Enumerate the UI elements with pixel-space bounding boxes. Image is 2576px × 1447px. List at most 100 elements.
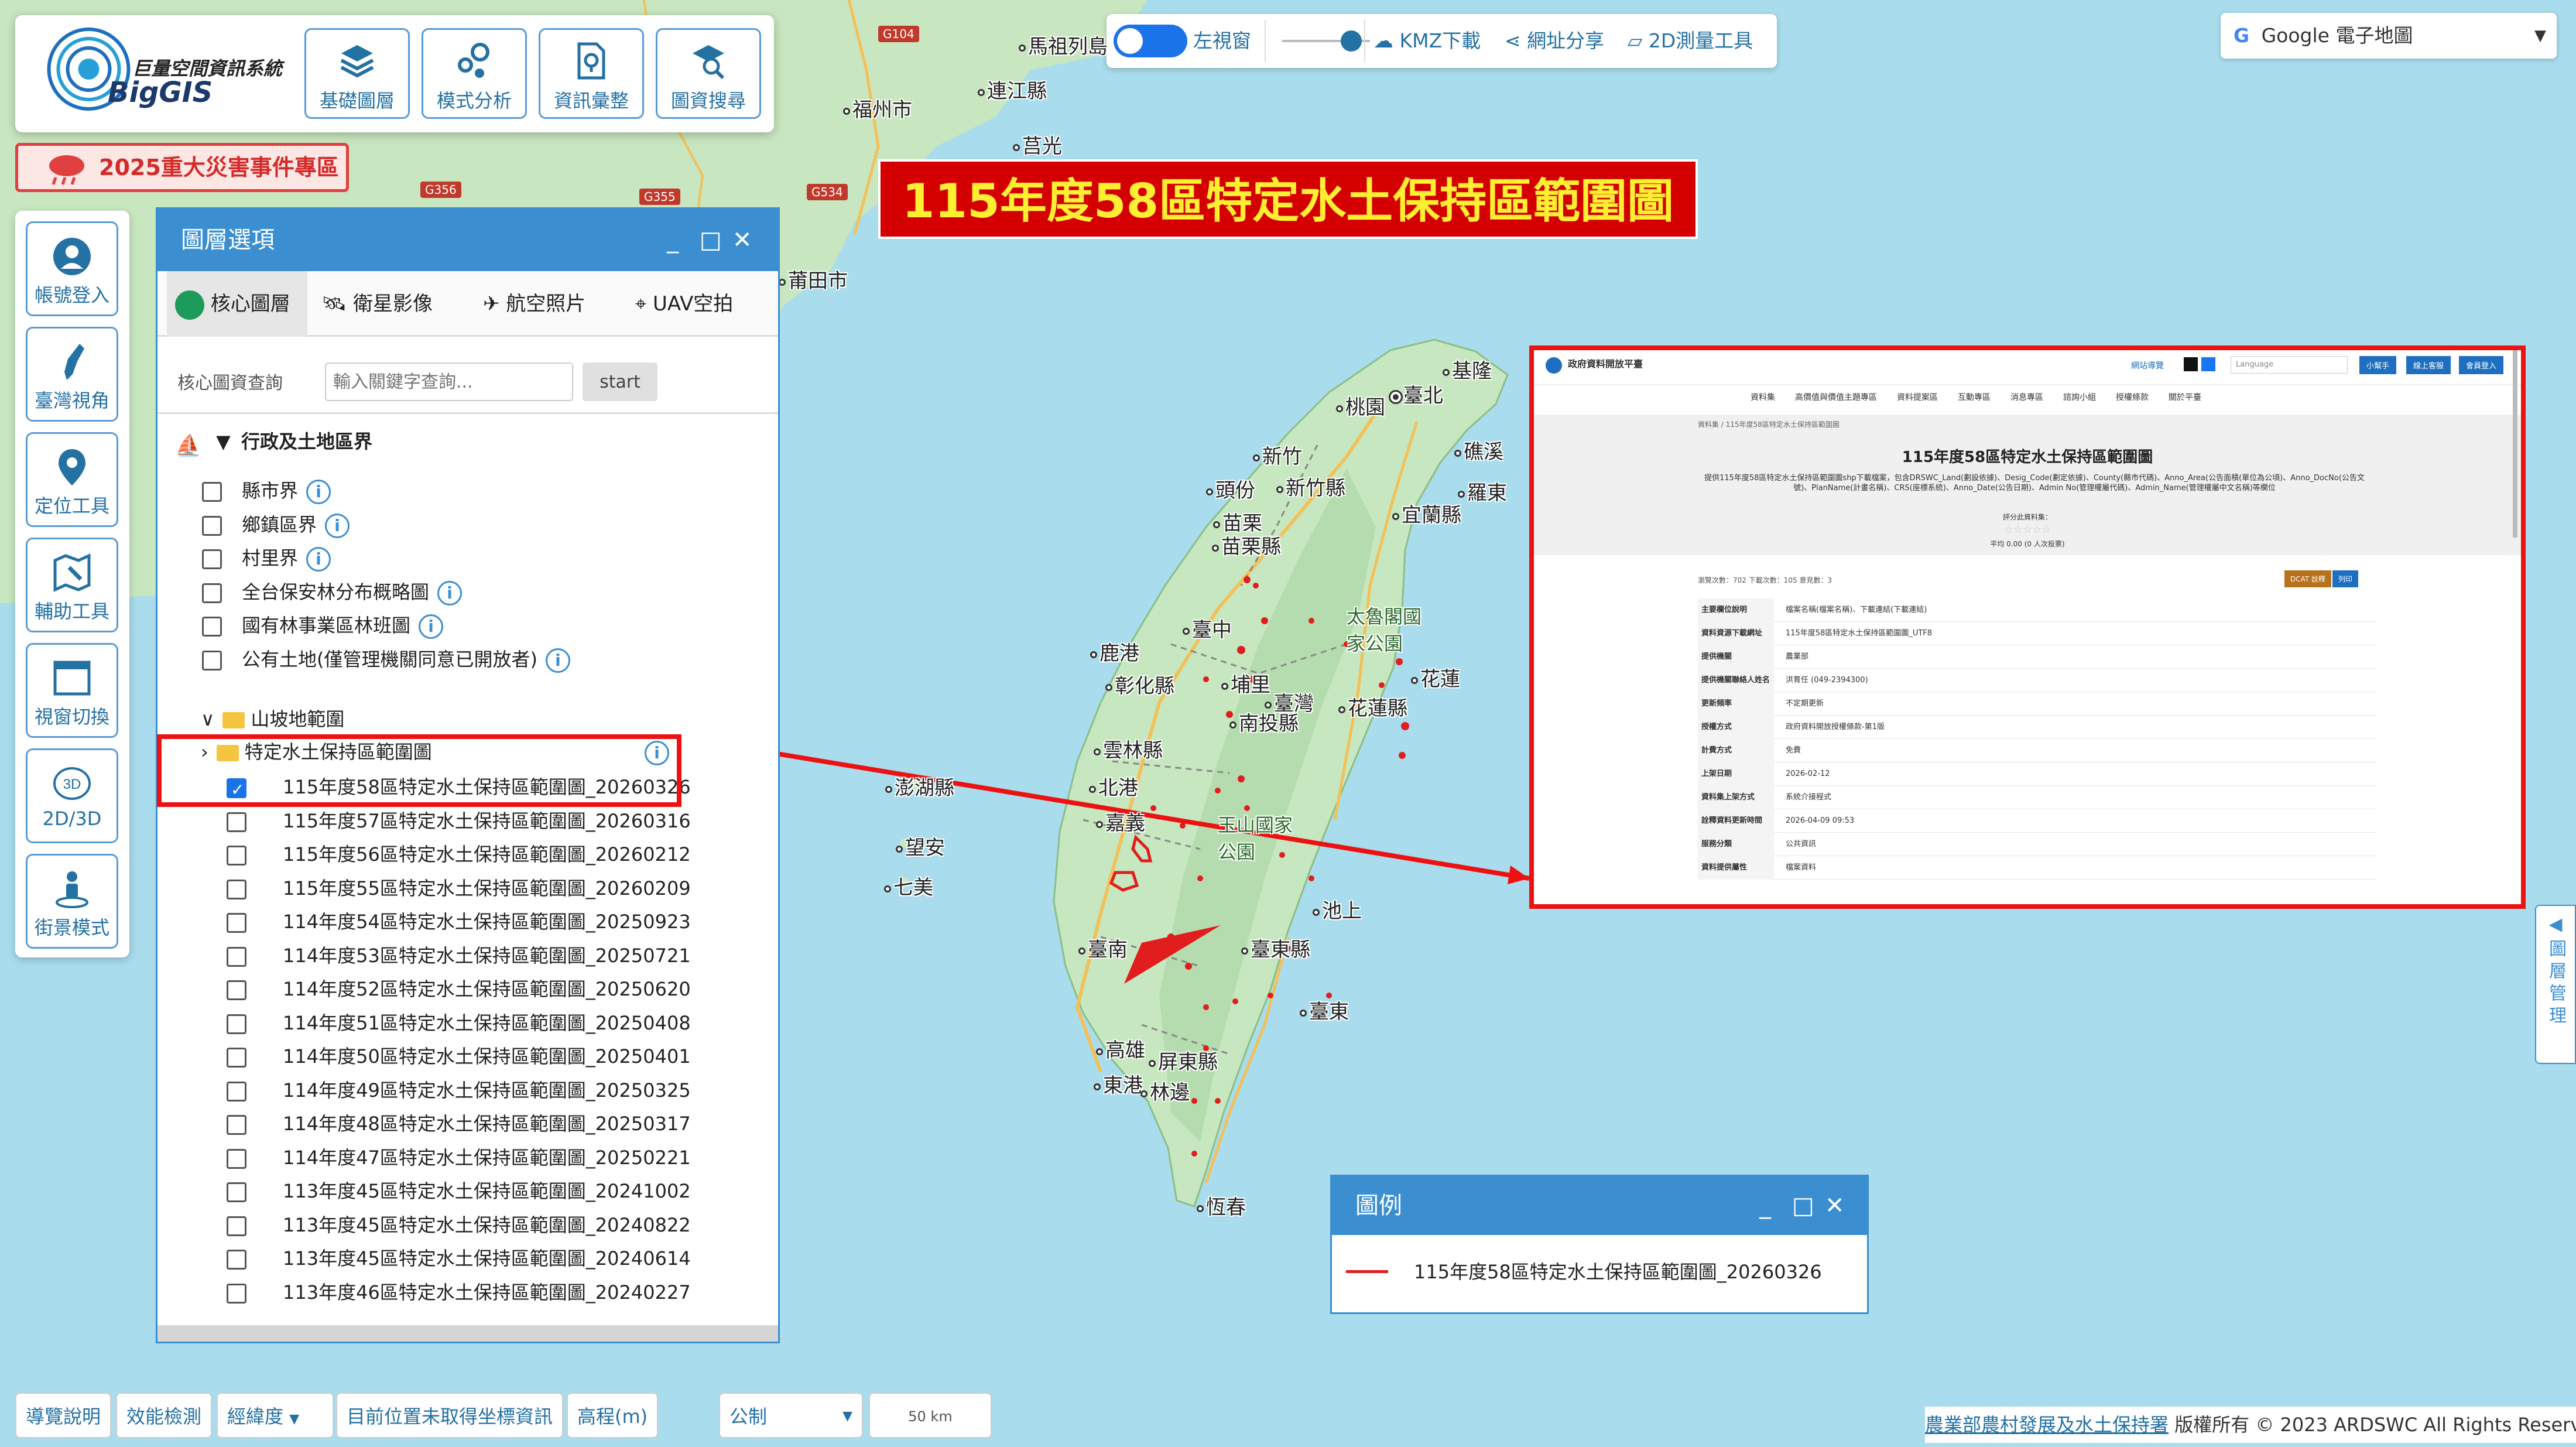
login-link[interactable]: 會員登入 bbox=[2459, 356, 2504, 374]
info-icon[interactable]: i bbox=[437, 580, 463, 606]
search-input[interactable] bbox=[325, 362, 573, 401]
layer-checkbox[interactable] bbox=[202, 583, 222, 603]
locate-button[interactable]: 定位工具 bbox=[26, 432, 118, 527]
close-icon[interactable]: ✕ bbox=[1825, 1176, 1845, 1235]
site-nav-item[interactable]: 高價值與價值主題專區 bbox=[1795, 393, 1877, 402]
info-summary-button[interactable]: 資訊彙整 bbox=[539, 28, 644, 119]
layer-checkbox[interactable] bbox=[202, 617, 222, 637]
layer-manager-tab[interactable]: ◀ 圖層管理 bbox=[2535, 905, 2576, 1064]
base-layers-button[interactable]: 基礎圖層 bbox=[304, 28, 410, 119]
layer-item[interactable]: 縣市界 i bbox=[202, 475, 331, 507]
data-search-button[interactable]: 圖資搜尋 bbox=[656, 28, 761, 119]
folder-slopeland[interactable]: ∨ 山坡地範圍 bbox=[201, 703, 344, 735]
copyright-org-link[interactable]: 農業部農村發展及水土保持署 bbox=[1925, 1414, 2169, 1436]
x-icon[interactable] bbox=[2184, 357, 2198, 371]
layer-item[interactable]: 114年度50區特定水土保持區範圍圖_20250401 bbox=[227, 1041, 691, 1072]
search-start-button[interactable]: start bbox=[583, 362, 657, 401]
layer-checkbox[interactable] bbox=[202, 650, 222, 671]
layer-checkbox[interactable] bbox=[227, 1182, 246, 1202]
group-admin-boundaries[interactable]: ⛵ ▼ 行政及土地區界 bbox=[175, 426, 372, 458]
tab-aerial[interactable]: ✈ 航空照片 bbox=[483, 271, 585, 337]
layer-item[interactable]: 115年度56區特定水土保持區範圍圖_20260212 bbox=[227, 839, 691, 870]
layer-item[interactable]: 114年度54區特定水土保持區範圍圖_20250923 bbox=[227, 906, 691, 938]
share-url-button[interactable]: ⋖ 網址分享 bbox=[1505, 14, 1604, 68]
layer-item[interactable]: 113年度46區特定水土保持區範圍圖_20240227 bbox=[227, 1277, 691, 1308]
helper-button[interactable]: 小幫手 bbox=[2359, 356, 2397, 374]
performance-button[interactable]: 效能檢測 bbox=[116, 1393, 213, 1438]
layer-checkbox[interactable] bbox=[227, 946, 246, 967]
close-icon[interactable]: ✕ bbox=[732, 209, 752, 271]
layer-checkbox[interactable] bbox=[227, 846, 246, 866]
sitemap-link[interactable]: 網站導覽 bbox=[2131, 360, 2164, 371]
left-view-toggle[interactable] bbox=[1114, 25, 1187, 57]
layer-checkbox[interactable] bbox=[227, 1014, 246, 1034]
tab-satellite[interactable]: 🛰 衛星影像 bbox=[321, 271, 433, 337]
window-switch-button[interactable]: 視窗切換 bbox=[26, 643, 118, 738]
dcat-button[interactable]: DCAT 詮釋 bbox=[2284, 570, 2332, 587]
layer-item[interactable]: 村里界 i bbox=[202, 542, 331, 574]
layer-item[interactable]: 114年度48區特定水土保持區範圍圖_20250317 bbox=[227, 1108, 691, 1140]
layer-item[interactable]: 114年度47區特定水土保持區範圍圖_20250221 bbox=[227, 1142, 691, 1174]
guide-button[interactable]: 導覽說明 bbox=[15, 1393, 112, 1438]
language-select[interactable]: Language bbox=[2231, 356, 2348, 374]
layer-checkbox[interactable] bbox=[202, 549, 222, 569]
layer-item[interactable]: 公有土地(僅管理機關同意已開放者) i bbox=[202, 644, 570, 675]
measure-tool-button[interactable]: ▱ 2D測量工具 bbox=[1628, 14, 1753, 68]
site-nav-item[interactable]: 互動專區 bbox=[1958, 393, 1991, 402]
info-icon[interactable]: i bbox=[419, 614, 444, 639]
layer-checkbox[interactable] bbox=[227, 980, 246, 1000]
site-nav-item[interactable]: 消息專區 bbox=[2010, 393, 2043, 402]
facebook-icon[interactable] bbox=[2201, 357, 2215, 371]
tab-core-layers[interactable]: 核心圖層 bbox=[167, 271, 307, 337]
disaster-zone-button[interactable]: 2025重大災害事件專區 bbox=[15, 143, 349, 192]
layer-checkbox[interactable] bbox=[227, 812, 246, 832]
login-button[interactable]: 帳號登入 bbox=[26, 221, 118, 316]
taiwan-view-button[interactable]: 臺灣視角 bbox=[26, 327, 118, 422]
site-nav-item[interactable]: 授權條款 bbox=[2116, 393, 2149, 402]
layer-item[interactable]: 115年度57區特定水土保持區範圍圖_20260316 bbox=[227, 805, 691, 837]
layer-item[interactable]: 113年度45區特定水土保持區範圍圖_20240614 bbox=[227, 1243, 691, 1274]
maximize-icon[interactable]: □ bbox=[1792, 1176, 1814, 1235]
site-nav-item[interactable]: 資料提案區 bbox=[1897, 393, 1938, 402]
site-nav-item[interactable]: 諮詢小組 bbox=[2063, 393, 2096, 402]
layer-checkbox[interactable] bbox=[202, 515, 222, 536]
2d-3d-toggle-button[interactable]: 3D 2D/3D bbox=[26, 748, 118, 843]
maximize-icon[interactable]: □ bbox=[700, 209, 722, 271]
helper-tools-button[interactable]: 輔助工具 bbox=[26, 538, 118, 632]
layer-item[interactable]: 國有林事業區林班圖 i bbox=[202, 610, 444, 641]
rating-stars[interactable]: ☆☆☆☆☆ bbox=[1534, 524, 2521, 536]
basemap-select[interactable]: G Google 電子地圖 ▼ bbox=[2221, 13, 2557, 59]
layer-checkbox[interactable] bbox=[227, 1250, 246, 1270]
layer-item[interactable]: 全台保安林分布概略圖 i bbox=[202, 576, 463, 608]
layer-checkbox[interactable] bbox=[227, 1148, 246, 1169]
kmz-download-button[interactable]: ☁ KMZ下載 bbox=[1373, 14, 1481, 68]
info-icon[interactable]: i bbox=[306, 480, 331, 504]
layer-checkbox[interactable] bbox=[227, 1081, 246, 1102]
layer-checkbox[interactable] bbox=[227, 1216, 246, 1236]
coord-type-select[interactable]: 經緯度 ▼ bbox=[217, 1393, 334, 1438]
minimize-icon[interactable]: _ bbox=[667, 209, 679, 271]
layer-item[interactable]: 113年度45區特定水土保持區範圍圖_20241002 bbox=[227, 1175, 691, 1207]
layer-checkbox[interactable] bbox=[227, 879, 246, 899]
layer-checkbox[interactable] bbox=[227, 913, 246, 933]
support-button[interactable]: 線上客服 bbox=[2406, 356, 2451, 374]
layer-item[interactable]: 113年度45區特定水土保持區範圍圖_20240822 bbox=[227, 1209, 691, 1241]
layer-item[interactable]: 115年度55區特定水土保持區範圍圖_20260209 bbox=[227, 873, 691, 904]
layer-checkbox[interactable] bbox=[227, 1283, 246, 1304]
print-button[interactable]: 列印 bbox=[2332, 570, 2359, 587]
street-view-button[interactable]: 街景模式 bbox=[26, 854, 118, 949]
minimize-icon[interactable]: _ bbox=[1759, 1176, 1771, 1235]
page-scrollbar[interactable] bbox=[2513, 350, 2517, 538]
info-icon[interactable]: i bbox=[306, 547, 331, 572]
layer-checkbox[interactable] bbox=[202, 482, 222, 502]
layer-item[interactable]: 鄉鎮區界 i bbox=[202, 509, 350, 541]
horizontal-scrollbar[interactable] bbox=[157, 1325, 778, 1342]
site-nav-item[interactable]: 資料集 bbox=[1751, 393, 1775, 402]
model-analysis-button[interactable]: 模式分析 bbox=[422, 28, 527, 119]
site-nav-item[interactable]: 關於平臺 bbox=[2169, 393, 2201, 402]
layer-item[interactable]: 114年度51區特定水土保持區範圍圖_20250408 bbox=[227, 1007, 691, 1039]
layer-item[interactable]: 114年度49區特定水土保持區範圍圖_20250325 bbox=[227, 1075, 691, 1106]
layer-item[interactable]: 114年度53區特定水土保持區範圍圖_20250721 bbox=[227, 940, 691, 971]
layer-item[interactable]: 114年度52區特定水土保持區範圍圖_20250620 bbox=[227, 973, 691, 1005]
slider-handle[interactable] bbox=[1341, 30, 1362, 52]
